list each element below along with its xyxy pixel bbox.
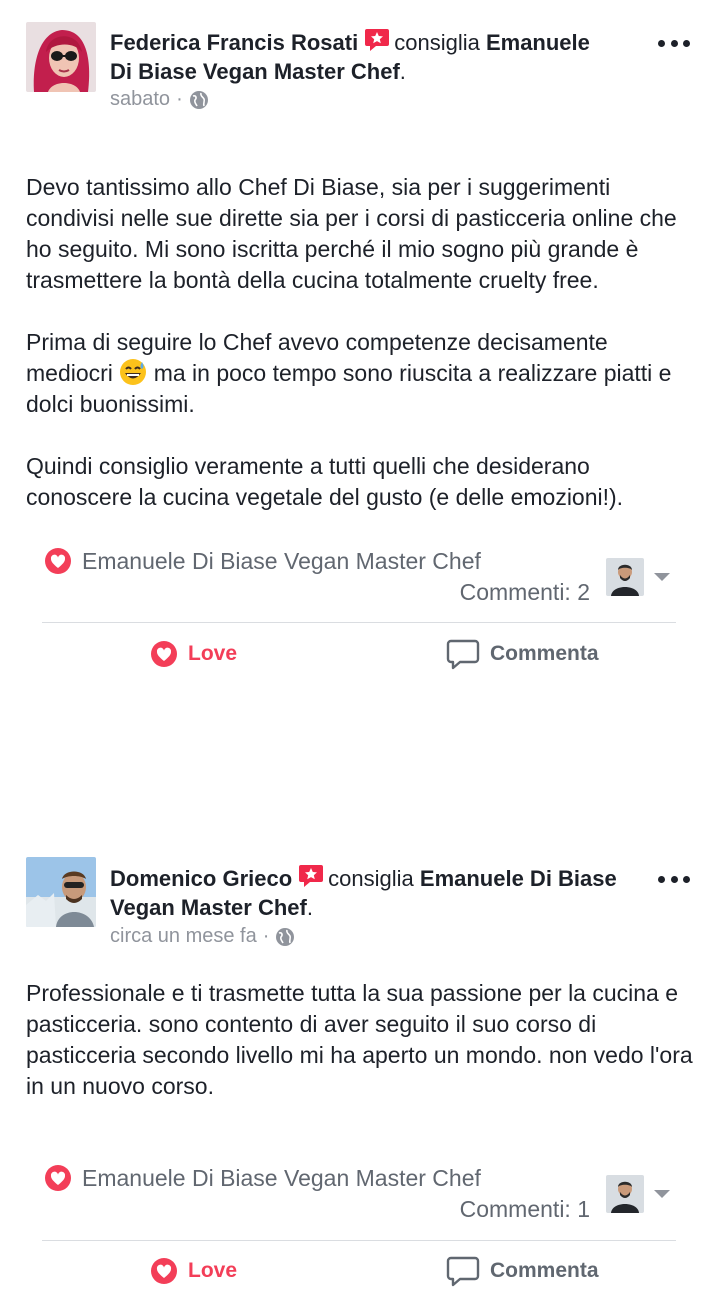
divider	[42, 622, 676, 623]
chevron-down-icon[interactable]	[654, 1190, 670, 1198]
heart-icon	[44, 547, 72, 575]
more-options-icon[interactable]	[658, 38, 690, 48]
post-meta: circa un mese fa ·	[110, 925, 295, 948]
comment-icon	[446, 638, 480, 670]
love-label: Love	[188, 642, 238, 665]
comment-button[interactable]: Commenta	[446, 1255, 599, 1287]
post-meta: sabato ·	[110, 88, 209, 111]
chevron-down-icon[interactable]	[654, 573, 670, 581]
love-button[interactable]: Love	[150, 640, 237, 668]
meta-separator: ·	[176, 88, 183, 110]
page-reaction[interactable]: Emanuele Di Biase Vegan Master Chef	[44, 1164, 481, 1192]
page-avatar[interactable]	[606, 1175, 644, 1213]
paragraph-1: Devo tantissimo allo Chef Di Biase, sia …	[26, 174, 677, 293]
recommendation-icon	[298, 863, 324, 889]
paragraph-2-word: mediocri	[26, 360, 113, 386]
comments-count[interactable]: Commenti: 2	[460, 579, 590, 606]
post-body: Devo tantissimo allo Chef Di Biase, sia …	[26, 141, 696, 544]
grinning-sweat-emoji-icon	[119, 358, 147, 386]
page-reaction[interactable]: Emanuele Di Biase Vegan Master Chef	[44, 547, 481, 575]
more-options-icon[interactable]	[658, 874, 690, 884]
globe-icon	[275, 927, 295, 947]
comment-label: Commenta	[490, 642, 599, 665]
divider	[42, 1240, 676, 1241]
author-avatar[interactable]	[26, 22, 96, 92]
post-body: Professionale e ti trasmette tutta la su…	[26, 980, 693, 1099]
heart-icon	[44, 1164, 72, 1192]
author-name[interactable]: Federica Francis Rosati	[110, 30, 358, 55]
page-name-part1[interactable]: Emanuele Di Biase	[420, 866, 617, 891]
love-button[interactable]: Love	[150, 1257, 237, 1285]
period: .	[399, 59, 406, 84]
verb-text: consiglia	[328, 866, 414, 891]
page-avatar[interactable]	[606, 558, 644, 596]
love-icon	[150, 1257, 178, 1285]
comment-label: Commenta	[490, 1259, 599, 1282]
reaction-by: Emanuele Di Biase Vegan Master Chef	[82, 1164, 481, 1191]
page-name-part2[interactable]: Di Biase Vegan Master Chef	[110, 59, 400, 84]
post-header: Federica Francis Rosati consiglia Emanuel…	[110, 27, 640, 86]
paragraph-2-text: Prima di seguire lo Chef avevo competenz…	[26, 329, 608, 355]
comment-button[interactable]: Commenta	[446, 638, 599, 670]
recommendation-icon	[364, 27, 390, 53]
author-name[interactable]: Domenico Grieco	[110, 866, 292, 891]
page-name-part2[interactable]: Vegan Master Chef	[110, 895, 307, 920]
paragraph-3: Quindi consiglio veramente a tutti quell…	[26, 453, 624, 510]
post-time[interactable]: sabato	[110, 88, 170, 111]
comments-count[interactable]: Commenti: 1	[460, 1196, 590, 1223]
reaction-by: Emanuele Di Biase Vegan Master Chef	[82, 547, 481, 574]
author-avatar[interactable]	[26, 857, 96, 927]
love-label: Love	[188, 1259, 238, 1282]
post-header: Domenico Grieco consiglia Emanuele Di Bia…	[110, 863, 640, 922]
verb-text: consiglia	[394, 30, 480, 55]
page-name-part1[interactable]: Emanuele	[486, 30, 590, 55]
meta-separator: ·	[262, 925, 270, 947]
love-icon	[150, 640, 178, 668]
paragraph-2: Prima di seguire lo Chef avevo competenz…	[26, 327, 696, 420]
globe-icon	[189, 90, 209, 110]
period: .	[306, 895, 313, 920]
post-time[interactable]: circa un mese fa	[110, 925, 257, 948]
comment-icon	[446, 1255, 480, 1287]
